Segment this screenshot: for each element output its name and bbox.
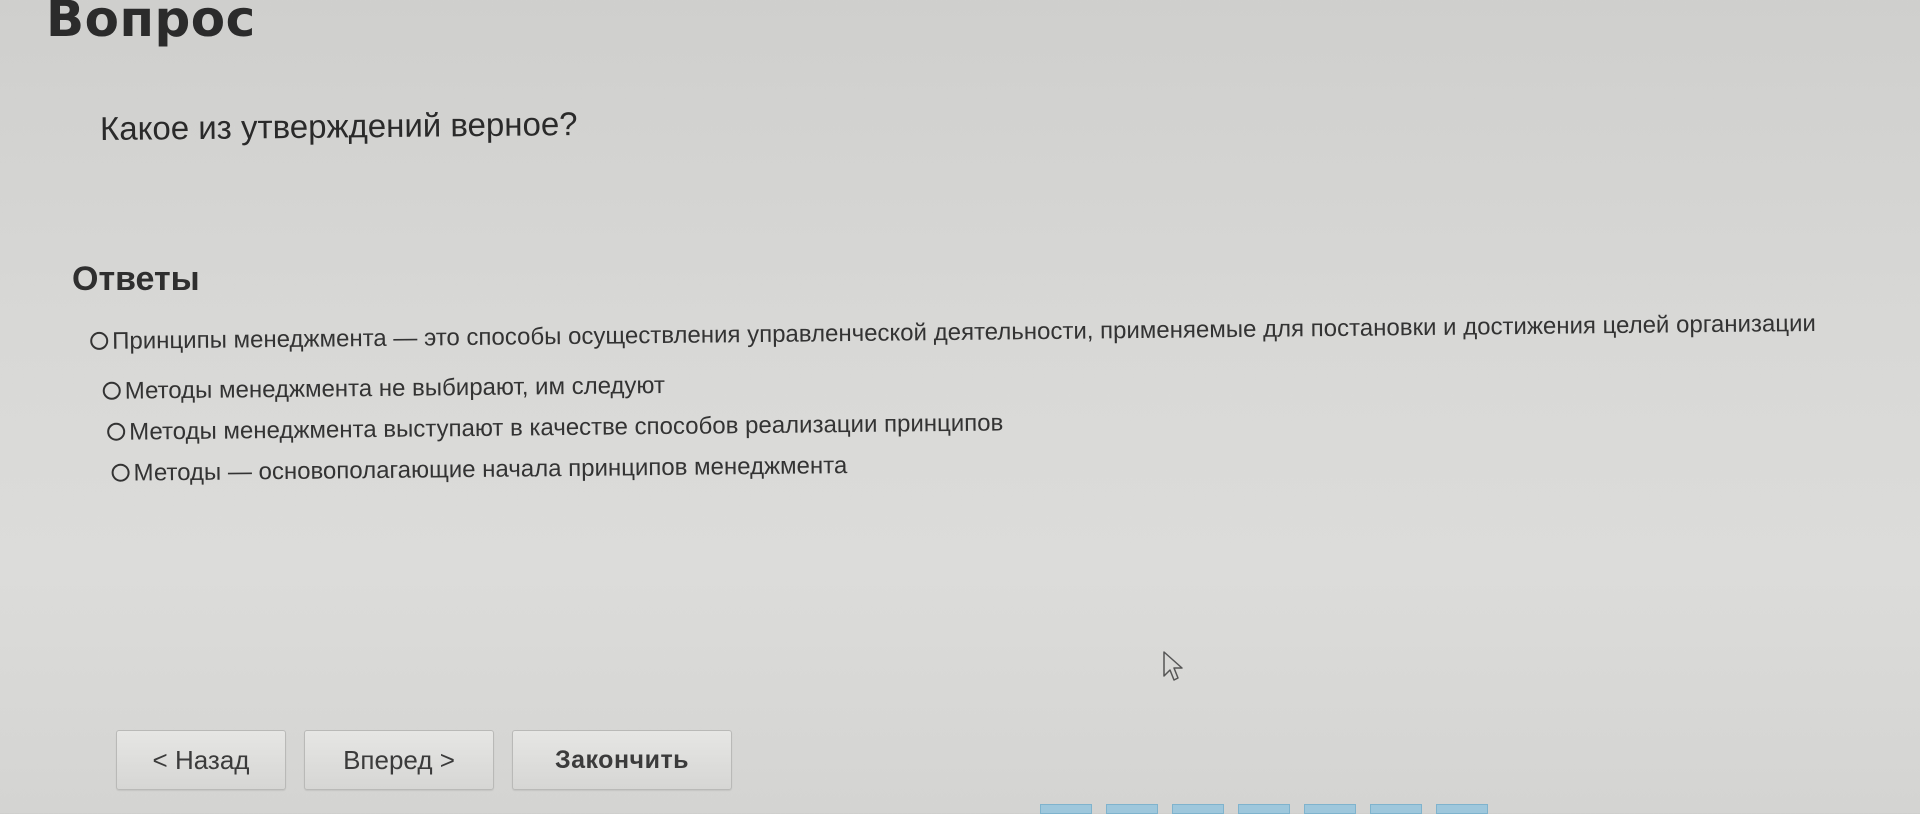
- answer-option-3[interactable]: Методы менеджмента выступают в качестве …: [107, 401, 1851, 447]
- question-text: Какое из утверждений верное?: [99, 104, 578, 147]
- answers-title: Ответы: [72, 260, 200, 298]
- answer-option-1[interactable]: Принципы менеджмента — это способы осуще…: [90, 302, 1830, 364]
- next-button[interactable]: Вперед >: [304, 730, 494, 790]
- radio-circle-icon[interactable]: [107, 422, 126, 441]
- radio-circle-icon[interactable]: [90, 331, 109, 350]
- back-button[interactable]: < Назад: [116, 730, 286, 790]
- answer-option-label: Методы менеджмента выступают в качестве …: [129, 409, 1004, 446]
- finish-button[interactable]: Закончить: [512, 730, 732, 790]
- answer-option-label: Методы — основополагающие начала принцип…: [133, 452, 848, 487]
- answer-option-4[interactable]: Методы — основополагающие начала принцип…: [111, 442, 1851, 488]
- answer-option-2[interactable]: Методы менеджмента не выбирают, им следу…: [102, 360, 1851, 406]
- answer-option-label: Методы менеджмента не выбирают, им следу…: [124, 371, 666, 405]
- radio-circle-icon[interactable]: [102, 381, 121, 400]
- mouse-pointer-icon: [1163, 651, 1183, 681]
- navigation-buttons: < Назад Вперед > Закончить: [116, 730, 732, 790]
- radio-circle-icon[interactable]: [111, 463, 130, 482]
- page-title: Вопрос: [46, 0, 256, 48]
- answer-option-label: Принципы менеджмента — это способы осуще…: [112, 309, 1817, 355]
- answers-list: Принципы менеджмента — это способы осуще…: [90, 302, 1852, 501]
